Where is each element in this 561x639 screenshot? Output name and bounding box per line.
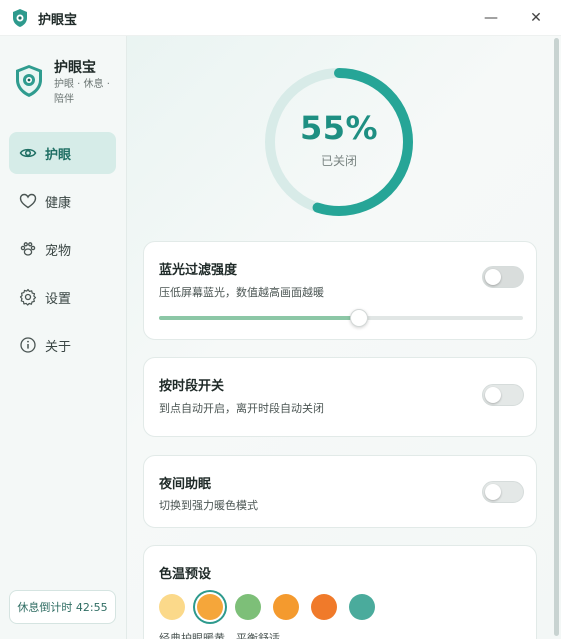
color-swatch[interactable] bbox=[159, 594, 185, 620]
slider-thumb[interactable] bbox=[350, 309, 369, 327]
sidebar-item-label: 健康 bbox=[45, 196, 72, 211]
night-mode-toggle[interactable] bbox=[482, 481, 524, 503]
info-icon bbox=[20, 337, 36, 353]
color-preset-card: 色温预设 经典护眼暖黄，平衡舒适 bbox=[143, 545, 537, 639]
sidebar-item-settings[interactable]: 设置 bbox=[9, 276, 116, 318]
color-swatch[interactable] bbox=[311, 594, 337, 620]
sidebar-item-pet[interactable]: 宠物 bbox=[9, 228, 116, 270]
brand-name: 护眼宝 bbox=[54, 60, 96, 76]
sidebar-item-label: 关于 bbox=[45, 340, 72, 355]
paw-icon bbox=[20, 242, 36, 256]
app-title: 护眼宝 bbox=[38, 13, 78, 28]
schedule-toggle[interactable] bbox=[482, 384, 524, 406]
protection-percent: 55% bbox=[299, 109, 379, 147]
color-preset-description: 经典护眼暖黄，平衡舒适 bbox=[159, 632, 280, 639]
slider-fill bbox=[159, 316, 360, 320]
sidebar-item-label: 设置 bbox=[45, 292, 72, 307]
minimize-icon: — bbox=[484, 10, 498, 26]
color-preset-title: 色温预设 bbox=[159, 567, 212, 582]
main-panel: 55% 已关闭 蓝光过滤强度 压低屏幕蓝光，数值越高画面越暖 按时段开关 到点自… bbox=[127, 36, 561, 639]
color-swatch[interactable] bbox=[197, 594, 223, 620]
gear-icon bbox=[19, 288, 37, 306]
scrollbar-thumb[interactable] bbox=[554, 38, 559, 636]
sidebar-item-label: 护眼 bbox=[45, 148, 72, 163]
sidebar-item-label: 宠物 bbox=[45, 244, 72, 259]
color-swatch[interactable] bbox=[273, 594, 299, 620]
sidebar-item-eye-care[interactable]: 护眼 bbox=[9, 132, 116, 174]
protection-ring: 55% 已关闭 bbox=[262, 65, 416, 219]
close-button[interactable]: ✕ bbox=[524, 6, 548, 30]
toggle-knob bbox=[485, 269, 501, 285]
app-logo-icon bbox=[13, 9, 27, 27]
protection-status: 已关闭 bbox=[320, 154, 357, 168]
schedule-title: 按时段开关 bbox=[159, 379, 225, 394]
night-mode-description: 切换到强力暖色模式 bbox=[159, 499, 258, 512]
break-timer-text: 休息倒计时 42:55 bbox=[17, 601, 108, 614]
schedule-description: 到点自动开启，离开时段自动关闭 bbox=[159, 402, 324, 415]
close-icon: ✕ bbox=[530, 10, 542, 26]
color-swatch[interactable] bbox=[235, 594, 261, 620]
brand-tagline: 护眼 · 休息 · 陪伴 bbox=[54, 79, 110, 105]
brand-logo-icon bbox=[16, 65, 42, 97]
night-mode-card: 夜间助眠 切换到强力暖色模式 bbox=[143, 455, 537, 528]
toggle-knob bbox=[485, 484, 501, 500]
sidebar-item-health[interactable]: 健康 bbox=[9, 180, 116, 222]
blue-light-card: 蓝光过滤强度 压低屏幕蓝光，数值越高画面越暖 bbox=[143, 241, 537, 340]
blue-light-toggle[interactable] bbox=[482, 266, 524, 288]
break-timer-badge[interactable]: 休息倒计时 42:55 bbox=[9, 590, 116, 624]
sidebar: 护眼宝 护眼 · 休息 · 陪伴 护眼 健康 宠物 设置 关于 休息倒计时 42… bbox=[0, 36, 127, 639]
night-mode-title: 夜间助眠 bbox=[159, 477, 212, 492]
blue-light-slider[interactable] bbox=[159, 309, 523, 327]
color-swatch[interactable] bbox=[349, 594, 375, 620]
sidebar-item-about[interactable]: 关于 bbox=[9, 324, 116, 366]
color-swatch-group bbox=[159, 594, 387, 622]
heart-icon bbox=[19, 193, 37, 209]
blue-light-title: 蓝光过滤强度 bbox=[159, 263, 238, 278]
title-bar: 护眼宝 — ✕ bbox=[0, 0, 561, 36]
schedule-card: 按时段开关 到点自动开启，离开时段自动关闭 bbox=[143, 357, 537, 437]
eye-icon bbox=[19, 148, 37, 158]
toggle-knob bbox=[485, 387, 501, 403]
blue-light-description: 压低屏幕蓝光，数值越高画面越暖 bbox=[159, 286, 324, 299]
minimize-button[interactable]: — bbox=[479, 6, 503, 30]
